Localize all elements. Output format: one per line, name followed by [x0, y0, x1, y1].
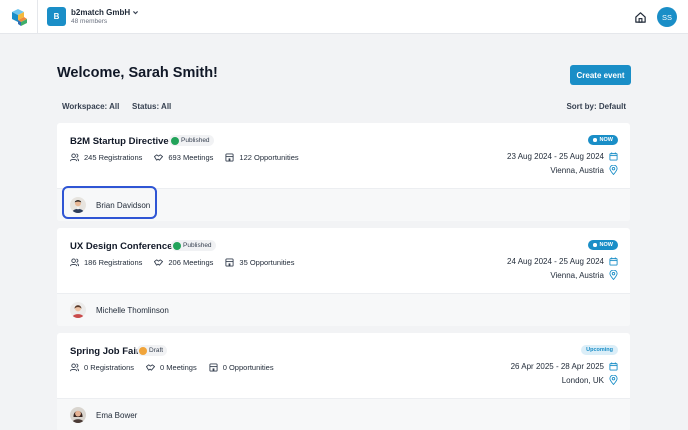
- user-avatar[interactable]: SS: [657, 7, 677, 27]
- app-logo-icon[interactable]: [9, 7, 29, 27]
- status-filter[interactable]: Status: All: [132, 102, 171, 111]
- status-label: Published: [181, 137, 210, 144]
- registrations-stat: 0 Registrations: [70, 363, 134, 372]
- registrations-count: 0 Registrations: [84, 363, 135, 372]
- organizer-avatar: [70, 197, 86, 213]
- calendar-icon: [609, 257, 618, 266]
- store-icon: [225, 258, 234, 267]
- check-circle-icon: [173, 241, 181, 250]
- event-card[interactable]: UX Design Conference Published 186 Regis…: [57, 228, 630, 326]
- event-location: Vienna, Austria: [550, 271, 604, 280]
- event-location: London, UK: [561, 376, 604, 385]
- calendar-icon: [609, 362, 618, 371]
- registrations-count: 186 Registrations: [84, 258, 143, 267]
- organizer-name: Brian Davidson: [96, 200, 151, 210]
- registrations-count: 245 Registrations: [84, 153, 143, 162]
- event-dates: 26 Apr 2025 - 28 Apr 2025: [510, 362, 604, 371]
- event-title[interactable]: UX Design Conference: [70, 241, 172, 252]
- top-bar: B b2match GmbH 48 members SS: [0, 0, 688, 34]
- handshake-icon: [154, 154, 164, 161]
- status-label: Draft: [149, 347, 164, 354]
- location-pin-icon: [609, 165, 618, 175]
- opportunities-count: 0 Opportunities: [222, 363, 274, 372]
- live-dot-icon: [593, 243, 597, 247]
- organizer-chip[interactable]: Ema Bower: [70, 407, 137, 423]
- calendar-icon: [609, 152, 618, 161]
- event-location: Vienna, Austria: [550, 166, 604, 175]
- organizer-name: Ema Bower: [96, 410, 138, 420]
- status-badge: Published: [171, 240, 216, 251]
- event-card[interactable]: Spring Job Fair Draft 0 Registrations 0 …: [57, 333, 630, 430]
- event-card[interactable]: B2M Startup Directive Published 245 Regi…: [57, 123, 630, 221]
- event-title[interactable]: Spring Job Fair: [70, 346, 140, 357]
- meetings-count: 0 Meetings: [160, 363, 197, 372]
- event-dates: 24 Aug 2024 - 25 Aug 2024: [507, 257, 604, 266]
- status-badge: Draft: [137, 345, 168, 356]
- create-event-button[interactable]: Create event: [570, 65, 631, 85]
- badge-label: NOW: [599, 242, 613, 248]
- event-stats: 0 Registrations 0 Meetings 0 Opportuniti…: [70, 363, 274, 372]
- event-card-header[interactable]: UX Design Conference Published 186 Regis…: [57, 228, 630, 293]
- event-card-footer: Michelle Thomlinson: [57, 293, 630, 326]
- home-icon[interactable]: [634, 11, 647, 24]
- organizer-avatar: [70, 407, 86, 423]
- opportunities-stat: 0 Opportunities: [209, 363, 274, 372]
- badge-label: Upcoming: [586, 347, 613, 353]
- chevron-down-icon: [133, 11, 139, 15]
- event-card-footer: Brian Davidson: [57, 186, 630, 221]
- event-card-header[interactable]: B2M Startup Directive Published 245 Regi…: [57, 123, 630, 188]
- header-divider: [37, 0, 38, 34]
- meetings-stat: 0 Meetings: [146, 363, 197, 372]
- event-card-footer: Ema Bower: [57, 398, 630, 430]
- workspace-filter[interactable]: Workspace: All: [62, 102, 119, 111]
- opportunities-count: 122 Opportunities: [239, 153, 299, 162]
- store-icon: [209, 363, 218, 372]
- opportunities-stat: 35 Opportunities: [225, 258, 294, 267]
- event-title[interactable]: B2M Startup Directive: [70, 136, 169, 147]
- event-stats: 245 Registrations 693 Meetings 122 Oppor…: [70, 153, 299, 162]
- registrations-stat: 186 Registrations: [70, 258, 142, 267]
- workspace-name: b2match GmbH: [71, 8, 131, 17]
- opportunities-count: 35 Opportunities: [239, 258, 295, 267]
- meetings-count: 206 Meetings: [168, 258, 214, 267]
- status-badge: Published: [169, 135, 214, 146]
- location-pin-icon: [609, 270, 618, 280]
- event-card-header[interactable]: Spring Job Fair Draft 0 Registrations 0 …: [57, 333, 630, 398]
- event-dates: 23 Aug 2024 - 25 Aug 2024: [507, 152, 604, 161]
- users-icon: [70, 258, 79, 267]
- organizer-avatar: [70, 302, 86, 318]
- handshake-icon: [154, 259, 164, 266]
- organizer-name: Michelle Thomlinson: [96, 305, 169, 315]
- location-pin-icon: [609, 375, 618, 385]
- now-badge: NOW: [588, 135, 618, 145]
- workspace-avatar[interactable]: B: [47, 7, 66, 26]
- status-label: Published: [183, 242, 212, 249]
- meetings-stat: 693 Meetings: [154, 153, 213, 162]
- meetings-stat: 206 Meetings: [154, 258, 213, 267]
- store-icon: [225, 153, 234, 162]
- page-title: Welcome, Sarah Smith!: [57, 65, 218, 81]
- organizer-chip[interactable]: Michelle Thomlinson: [70, 302, 169, 318]
- handshake-icon: [146, 364, 156, 371]
- opportunities-stat: 122 Opportunities: [225, 153, 299, 162]
- upcoming-badge: Upcoming: [581, 345, 618, 355]
- live-dot-icon: [593, 138, 597, 142]
- workspace-switcher[interactable]: b2match GmbH: [71, 8, 139, 17]
- draft-icon: [139, 346, 147, 355]
- badge-label: NOW: [599, 137, 613, 143]
- sort-dropdown[interactable]: Sort by: Default: [566, 102, 626, 111]
- workspace-members: 48 members: [71, 18, 108, 25]
- check-circle-icon: [171, 136, 179, 145]
- meetings-count: 693 Meetings: [168, 153, 214, 162]
- now-badge: NOW: [588, 240, 618, 250]
- event-stats: 186 Registrations 206 Meetings 35 Opport…: [70, 258, 294, 267]
- users-icon: [70, 363, 79, 372]
- registrations-stat: 245 Registrations: [70, 153, 142, 162]
- organizer-chip[interactable]: Brian Davidson: [70, 197, 150, 213]
- users-icon: [70, 153, 79, 162]
